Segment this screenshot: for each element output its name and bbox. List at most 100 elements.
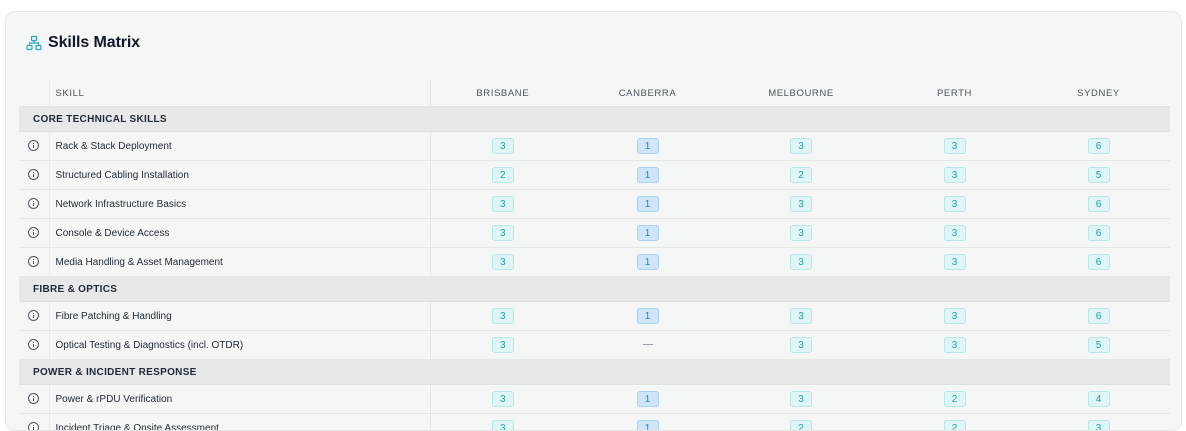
info-cell: [19, 132, 49, 161]
level-badge[interactable]: 3: [790, 337, 812, 353]
level-cell-canberra: 1: [575, 302, 720, 331]
level-cell-brisbane: 3: [430, 331, 575, 360]
level-badge[interactable]: 1: [637, 254, 659, 270]
level-badge[interactable]: 3: [1088, 420, 1110, 431]
level-cell-sydney: 6: [1027, 302, 1170, 331]
level-badge[interactable]: 2: [492, 167, 514, 183]
level-badge[interactable]: 3: [944, 196, 966, 212]
info-icon[interactable]: [28, 256, 39, 267]
skills-matrix-card: Skills Matrix SKILL BRISBANECANBERRAMELB…: [5, 11, 1182, 431]
level-badge[interactable]: 1: [637, 391, 659, 407]
level-cell-canberra: 1: [575, 414, 720, 431]
level-badge[interactable]: 2: [790, 167, 812, 183]
level-badge[interactable]: 1: [637, 138, 659, 154]
info-cell: [19, 219, 49, 248]
level-badge[interactable]: 6: [1088, 225, 1110, 241]
column-header-sydney[interactable]: SYDNEY: [1027, 80, 1170, 107]
level-badge[interactable]: 1: [637, 196, 659, 212]
level-cell-canberra: 1: [575, 161, 720, 190]
group-row: CORE TECHNICAL SKILLS: [19, 107, 1170, 132]
info-icon[interactable]: [28, 422, 39, 431]
level-badge[interactable]: 6: [1088, 138, 1110, 154]
level-badge[interactable]: 3: [944, 138, 966, 154]
info-cell: [19, 248, 49, 277]
level-cell-perth: 3: [882, 248, 1027, 277]
level-badge[interactable]: 5: [1088, 167, 1110, 183]
info-icon[interactable]: [28, 339, 39, 350]
info-cell: [19, 331, 49, 360]
table-row: Structured Cabling Installation21235: [19, 161, 1170, 190]
column-header-melbourne[interactable]: MELBOURNE: [720, 80, 882, 107]
level-cell-sydney: 6: [1027, 248, 1170, 277]
info-icon[interactable]: [28, 310, 39, 321]
column-header-canberra[interactable]: CANBERRA: [575, 80, 720, 107]
level-badge[interactable]: 3: [790, 391, 812, 407]
empty-level-dash: [643, 344, 653, 345]
level-cell-brisbane: 3: [430, 132, 575, 161]
level-badge[interactable]: 6: [1088, 308, 1110, 324]
level-badge[interactable]: 3: [492, 254, 514, 270]
skill-name: Incident Triage & Onsite Assessment: [49, 414, 430, 431]
level-cell-perth: 3: [882, 219, 1027, 248]
level-badge[interactable]: 2: [944, 391, 966, 407]
level-badge[interactable]: 2: [790, 420, 812, 431]
info-icon[interactable]: [28, 140, 39, 151]
level-badge[interactable]: 3: [492, 308, 514, 324]
level-badge[interactable]: 3: [790, 254, 812, 270]
level-badge[interactable]: 3: [944, 167, 966, 183]
info-icon[interactable]: [28, 169, 39, 180]
column-header-perth[interactable]: PERTH: [882, 80, 1027, 107]
level-badge[interactable]: 3: [790, 196, 812, 212]
level-badge[interactable]: 3: [944, 225, 966, 241]
level-cell-melbourne: 3: [720, 248, 882, 277]
level-badge[interactable]: 3: [492, 337, 514, 353]
level-cell-brisbane: 3: [430, 385, 575, 414]
column-header-brisbane[interactable]: BRISBANE: [430, 80, 575, 107]
level-badge[interactable]: 3: [790, 225, 812, 241]
level-badge[interactable]: 3: [492, 196, 514, 212]
level-badge[interactable]: 6: [1088, 254, 1110, 270]
info-cell: [19, 161, 49, 190]
table-row: Rack & Stack Deployment31336: [19, 132, 1170, 161]
level-cell-canberra: 1: [575, 385, 720, 414]
skill-name: Optical Testing & Diagnostics (incl. OTD…: [49, 331, 430, 360]
level-badge[interactable]: 3: [944, 254, 966, 270]
level-badge[interactable]: 6: [1088, 196, 1110, 212]
level-badge[interactable]: 3: [492, 420, 514, 431]
level-badge[interactable]: 3: [944, 308, 966, 324]
skill-name: Power & rPDU Verification: [49, 385, 430, 414]
level-badge[interactable]: 1: [637, 308, 659, 324]
info-icon[interactable]: [28, 198, 39, 209]
level-badge[interactable]: 2: [944, 420, 966, 431]
level-cell-canberra: [575, 331, 720, 360]
level-badge[interactable]: 1: [637, 167, 659, 183]
level-cell-perth: 3: [882, 161, 1027, 190]
skills-matrix-table: SKILL BRISBANECANBERRAMELBOURNEPERTHSYDN…: [19, 80, 1170, 431]
table-row: Network Infrastructure Basics31336: [19, 190, 1170, 219]
level-cell-melbourne: 3: [720, 190, 882, 219]
table-row: Incident Triage & Onsite Assessment 3 1 2 2 3: [19, 414, 1170, 431]
info-icon[interactable]: [28, 227, 39, 238]
level-cell-brisbane: 3: [430, 219, 575, 248]
column-header-skill[interactable]: SKILL: [49, 80, 430, 107]
level-badge[interactable]: 3: [492, 391, 514, 407]
level-badge[interactable]: 3: [944, 337, 966, 353]
level-cell-melbourne: 2: [720, 414, 882, 431]
level-cell-melbourne: 3: [720, 331, 882, 360]
level-cell-sydney: 5: [1027, 331, 1170, 360]
info-icon[interactable]: [28, 393, 39, 404]
level-badge[interactable]: 5: [1088, 337, 1110, 353]
level-badge[interactable]: 4: [1088, 391, 1110, 407]
level-badge[interactable]: 3: [790, 138, 812, 154]
level-badge[interactable]: 3: [790, 308, 812, 324]
table-row: Optical Testing & Diagnostics (incl. OTD…: [19, 331, 1170, 360]
level-badge[interactable]: 3: [492, 225, 514, 241]
level-cell-sydney: 4: [1027, 385, 1170, 414]
level-cell-brisbane: 3: [430, 414, 575, 431]
level-cell-canberra: 1: [575, 190, 720, 219]
level-badge[interactable]: 1: [637, 420, 659, 431]
level-cell-sydney: 3: [1027, 414, 1170, 431]
level-badge[interactable]: 1: [637, 225, 659, 241]
skill-name: Media Handling & Asset Management: [49, 248, 430, 277]
level-badge[interactable]: 3: [492, 138, 514, 154]
